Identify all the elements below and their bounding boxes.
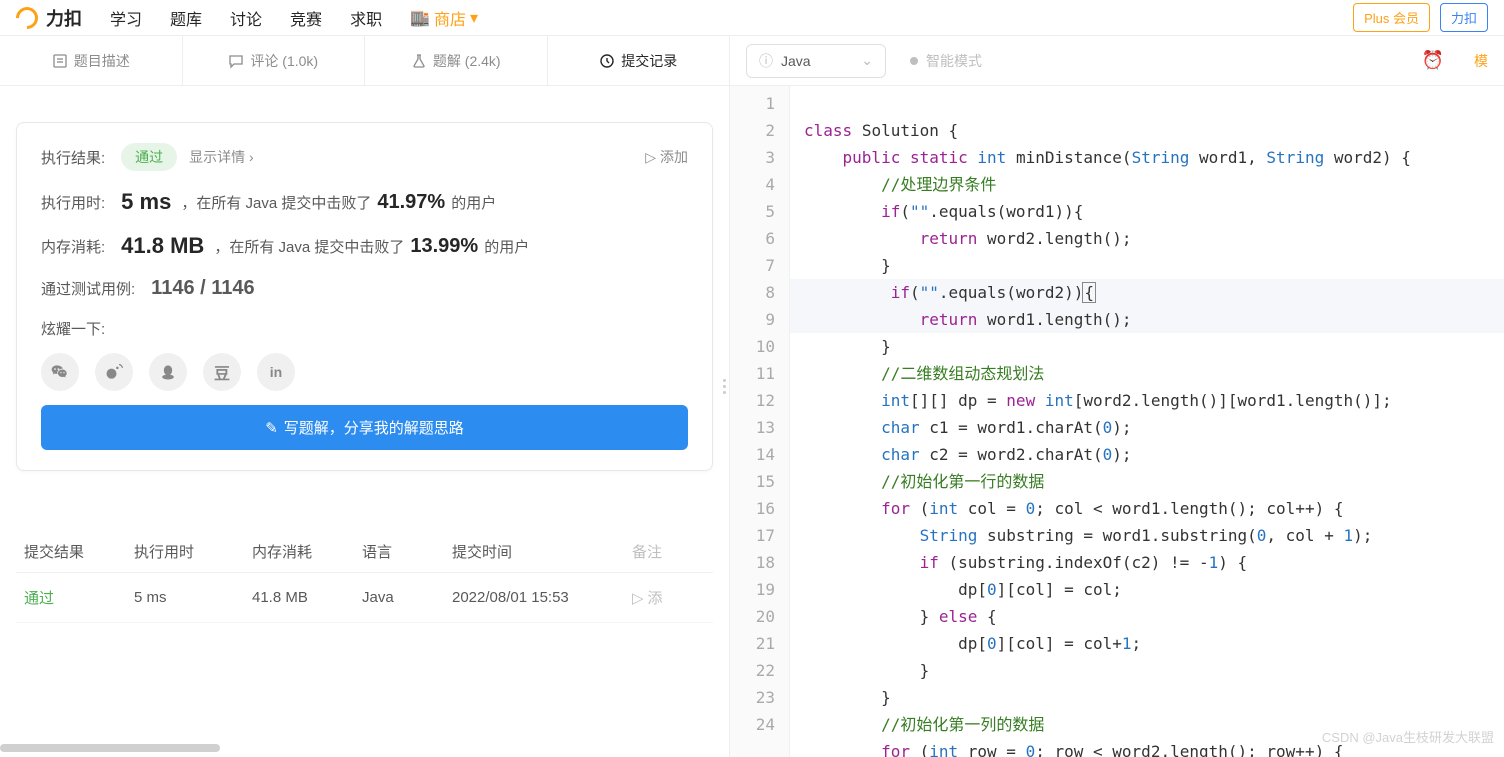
left-panel: 题目描述 评论 (1.0k) 题解 (2.4k) 提交记录 执行结果: 通过 显… bbox=[0, 36, 730, 757]
brand[interactable]: 力扣 bbox=[46, 5, 82, 31]
problem-tabs: 题目描述 评论 (1.0k) 题解 (2.4k) 提交记录 bbox=[0, 36, 729, 86]
mode-label[interactable]: 模 bbox=[1474, 51, 1488, 71]
code-panel: ⓘ Java ⌄ 智能模式 ⏰ 模 1234567891011121314151… bbox=[730, 36, 1504, 757]
clock-icon bbox=[599, 53, 615, 69]
th-lang: 语言 bbox=[362, 541, 452, 562]
tab-solutions[interactable]: 题解 (2.4k) bbox=[365, 36, 548, 85]
code-content[interactable]: class Solution { public static int minDi… bbox=[790, 86, 1504, 757]
linkedin-icon[interactable]: in bbox=[257, 353, 295, 391]
tab-comments[interactable]: 评论 (1.0k) bbox=[183, 36, 366, 85]
tab-description[interactable]: 题目描述 bbox=[0, 36, 183, 85]
mem-label: 内存消耗: bbox=[41, 236, 105, 257]
cases-value: 1146 / 1146 bbox=[151, 277, 254, 300]
editor-toolbar: ⓘ Java ⌄ 智能模式 ⏰ 模 bbox=[730, 36, 1504, 86]
result-label: 执行结果: bbox=[41, 147, 105, 168]
nav-discuss[interactable]: 讨论 bbox=[230, 6, 262, 30]
th-note: 备注 bbox=[632, 541, 705, 562]
plus-button[interactable]: Plus 会员 bbox=[1353, 3, 1430, 32]
top-nav: 力扣 学习 题库 讨论 竞赛 求职 🏬 商店 ▾ Plus 会员 力扣 bbox=[0, 0, 1504, 36]
code-editor[interactable]: 123456789101112131415161718192021222324 … bbox=[730, 86, 1504, 757]
nav-learn[interactable]: 学习 bbox=[110, 6, 142, 30]
share-label: 炫耀一下: bbox=[41, 318, 105, 339]
flag-icon: ▷ bbox=[632, 589, 644, 607]
description-icon bbox=[52, 53, 68, 69]
watermark: CSDN @Java生枝研发大联盟 bbox=[1322, 724, 1494, 751]
splitter-handle[interactable] bbox=[723, 379, 726, 394]
th-time: 执行用时 bbox=[134, 541, 252, 562]
logo-icon bbox=[11, 2, 42, 33]
dot-icon bbox=[910, 57, 918, 65]
th-mem: 内存消耗 bbox=[252, 541, 362, 562]
nav-jobs[interactable]: 求职 bbox=[350, 6, 382, 30]
result-card: 执行结果: 通过 显示详情 › ▷ 添加 执行用时: 5 ms ，在所有 Jav… bbox=[16, 122, 713, 471]
info-icon: ⓘ bbox=[759, 51, 773, 71]
nav-problems[interactable]: 题库 bbox=[170, 6, 202, 30]
time-value: 5 ms bbox=[121, 189, 171, 215]
submissions-table: 提交结果 执行用时 内存消耗 语言 提交时间 备注 通过 5 ms 41.8 M… bbox=[16, 531, 713, 623]
wechat-icon[interactable] bbox=[41, 353, 79, 391]
add-note-button[interactable]: ▷ 添加 bbox=[645, 147, 688, 167]
mem-value: 41.8 MB bbox=[121, 233, 204, 259]
line-gutter: 123456789101112131415161718192021222324 bbox=[730, 86, 790, 757]
pen-icon: ✎ bbox=[265, 419, 278, 437]
flag-icon: ▷ bbox=[645, 149, 656, 166]
qq-icon[interactable] bbox=[149, 353, 187, 391]
time-percent: 41.97% bbox=[377, 191, 445, 214]
time-label: 执行用时: bbox=[41, 192, 105, 213]
horizontal-scrollbar[interactable] bbox=[0, 743, 360, 753]
store-icon: 🏬 bbox=[410, 8, 430, 28]
th-date: 提交时间 bbox=[452, 541, 632, 562]
action-button[interactable]: 力扣 bbox=[1440, 3, 1488, 32]
status-badge: 通过 bbox=[121, 143, 177, 171]
flask-icon bbox=[411, 53, 427, 69]
nav-contest[interactable]: 竞赛 bbox=[290, 6, 322, 30]
detail-link[interactable]: 显示详情 › bbox=[189, 147, 254, 167]
weibo-icon[interactable] bbox=[95, 353, 133, 391]
chevron-down-icon: ▾ bbox=[470, 8, 478, 28]
table-row[interactable]: 通过 5 ms 41.8 MB Java 2022/08/01 15:53 ▷添 bbox=[16, 573, 713, 623]
smart-mode-toggle[interactable]: 智能模式 bbox=[910, 51, 982, 71]
language-select[interactable]: ⓘ Java ⌄ bbox=[746, 44, 886, 78]
cases-label: 通过测试用例: bbox=[41, 278, 135, 299]
write-solution-button[interactable]: ✎ 写题解，分享我的解题思路 bbox=[41, 405, 688, 450]
th-result: 提交结果 bbox=[24, 541, 134, 562]
comment-icon bbox=[228, 53, 244, 69]
mem-percent: 13.99% bbox=[410, 235, 478, 258]
chevron-down-icon: ⌄ bbox=[861, 52, 873, 69]
douban-icon[interactable]: 豆 bbox=[203, 353, 241, 391]
alarm-icon[interactable]: ⏰ bbox=[1422, 50, 1444, 71]
nav-store[interactable]: 🏬 商店 ▾ bbox=[410, 6, 478, 30]
tab-submissions[interactable]: 提交记录 bbox=[548, 36, 730, 85]
